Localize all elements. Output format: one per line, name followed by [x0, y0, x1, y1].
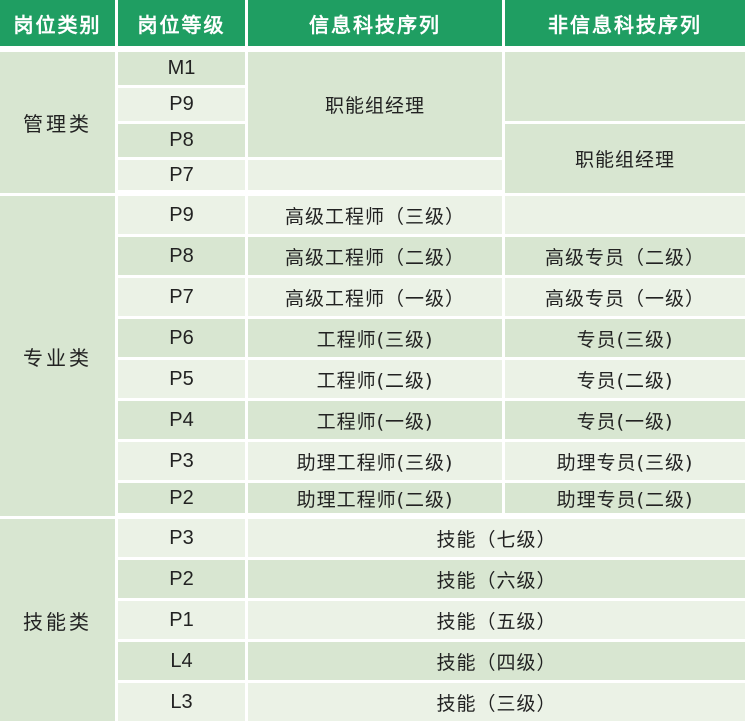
grade-cell: P6: [118, 319, 248, 360]
grade-cell: L3: [118, 683, 248, 724]
grade-cell: P4: [118, 401, 248, 442]
header-position-level: 岗位等级: [118, 0, 248, 52]
non-it-title-cell: [505, 196, 745, 237]
non-it-title-cell: 高级专员（一级）: [505, 278, 745, 319]
it-title-cell: 助理工程师(二级): [248, 483, 505, 519]
it-title-cell: 工程师(一级): [248, 401, 505, 442]
grade-cell: P9: [118, 88, 248, 124]
grade-cell: P2: [118, 483, 248, 519]
it-title-cell: 工程师(二级): [248, 360, 505, 401]
non-it-title-cell: 高级专员（二级）: [505, 237, 745, 278]
grade-cell: P5: [118, 360, 248, 401]
it-title-cell: 高级工程师（三级）: [248, 196, 505, 237]
skill-title-cell: 技能（四级）: [248, 642, 745, 683]
grade-cell: P7: [118, 278, 248, 319]
it-empty-cell: [248, 160, 505, 196]
table-row: 管理类 M1 职能组经理: [0, 52, 745, 196]
grade-cell: P3: [118, 519, 248, 560]
header-position-category: 岗位类别: [0, 0, 118, 52]
grade-cell: P8: [118, 124, 248, 160]
skill-group: 技能类 P3 技能（七级） P2 技能（六级） P1 技能（五级） L4 技能（…: [0, 519, 745, 724]
grade-cell: P9: [118, 196, 248, 237]
skill-title-cell: 技能（七级）: [248, 519, 745, 560]
it-title-cell: 高级工程师（一级）: [248, 278, 505, 319]
it-title-cell: 高级工程师（二级）: [248, 237, 505, 278]
skill-title-cell: 技能（五级）: [248, 601, 745, 642]
non-it-manager-cell: 职能组经理: [505, 124, 745, 196]
it-manager-cell: 职能组经理: [248, 52, 505, 160]
position-level-table: 岗位类别 岗位等级 信息科技序列 非信息科技序列 管理类 M1 职能组经理 P9…: [0, 0, 745, 724]
grade-cell: P1: [118, 601, 248, 642]
non-it-title-cell: 专员(一级): [505, 401, 745, 442]
grade-cell: L4: [118, 642, 248, 683]
grade-cell: P7: [118, 160, 248, 196]
non-it-empty-cell: [505, 52, 745, 124]
grade-cell: M1: [118, 52, 248, 88]
it-title-cell: 助理工程师(三级): [248, 442, 505, 483]
category-skill: 技能类: [0, 519, 118, 724]
non-it-title-cell: 专员(二级): [505, 360, 745, 401]
skill-title-cell: 技能（六级）: [248, 560, 745, 601]
non-it-title-cell: 助理专员(二级): [505, 483, 745, 519]
management-group: 管理类 M1 职能组经理 P9 P8 职能组经理 P7: [0, 52, 745, 196]
professional-group: 专业类 P9 高级工程师（三级） P8 高级工程师（二级） 高级专员（二级） P…: [0, 196, 745, 519]
header-row: 岗位类别 岗位等级 信息科技序列 非信息科技序列: [0, 0, 745, 52]
table-row: 技能类 P3 技能（七级）: [0, 519, 745, 724]
table-row: 专业类 P9 高级工程师（三级）: [0, 196, 745, 519]
skill-title-cell: 技能（三级）: [248, 683, 745, 724]
grade-cell: P2: [118, 560, 248, 601]
category-professional: 专业类: [0, 196, 118, 519]
grade-cell: P8: [118, 237, 248, 278]
header-it-sequence: 信息科技序列: [248, 0, 505, 52]
grade-cell: P3: [118, 442, 248, 483]
header-non-it-sequence: 非信息科技序列: [505, 0, 745, 52]
non-it-title-cell: 助理专员(三级): [505, 442, 745, 483]
non-it-title-cell: 专员(三级): [505, 319, 745, 360]
category-management: 管理类: [0, 52, 118, 196]
it-title-cell: 工程师(三级): [248, 319, 505, 360]
